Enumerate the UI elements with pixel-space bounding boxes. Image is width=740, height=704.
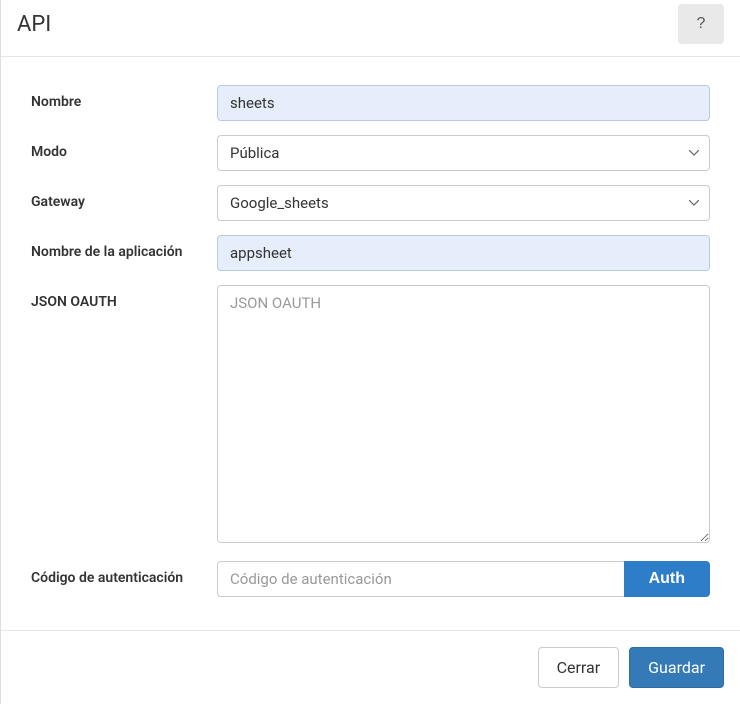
modal-body: Nombre Modo Pública Gateway Google_sheet… [1,57,740,630]
api-modal: API ? Nombre Modo Pública Gateway Google… [0,0,740,704]
gateway-select[interactable]: Google_sheets [217,185,710,221]
label-mode: Modo [31,135,217,162]
mode-select[interactable]: Pública [217,135,710,171]
row-json-oauth: JSON OAUTH [31,285,710,547]
auth-code-input[interactable] [217,561,624,597]
auth-button[interactable]: Auth [624,561,710,597]
label-name: Nombre [31,85,217,112]
label-appname: Nombre de la aplicación [31,235,217,262]
label-gateway: Gateway [31,185,217,212]
help-button[interactable]: ? [678,4,724,44]
modal-header: API ? [1,0,740,57]
name-input[interactable] [217,85,710,121]
auth-input-group: Auth [217,561,710,597]
modal-footer: Cerrar Guardar [1,630,740,704]
row-mode: Modo Pública [31,135,710,171]
label-auth-code: Código de autenticación [31,561,217,588]
row-gateway: Gateway Google_sheets [31,185,710,221]
row-auth-code: Código de autenticación Auth [31,561,710,597]
page-title: API [17,12,51,37]
json-oauth-textarea[interactable] [217,285,710,543]
appname-input[interactable] [217,235,710,271]
row-appname: Nombre de la aplicación [31,235,710,271]
save-button[interactable]: Guardar [629,647,724,688]
label-json-oauth: JSON OAUTH [31,285,217,312]
row-name: Nombre [31,85,710,121]
close-button[interactable]: Cerrar [538,647,620,688]
